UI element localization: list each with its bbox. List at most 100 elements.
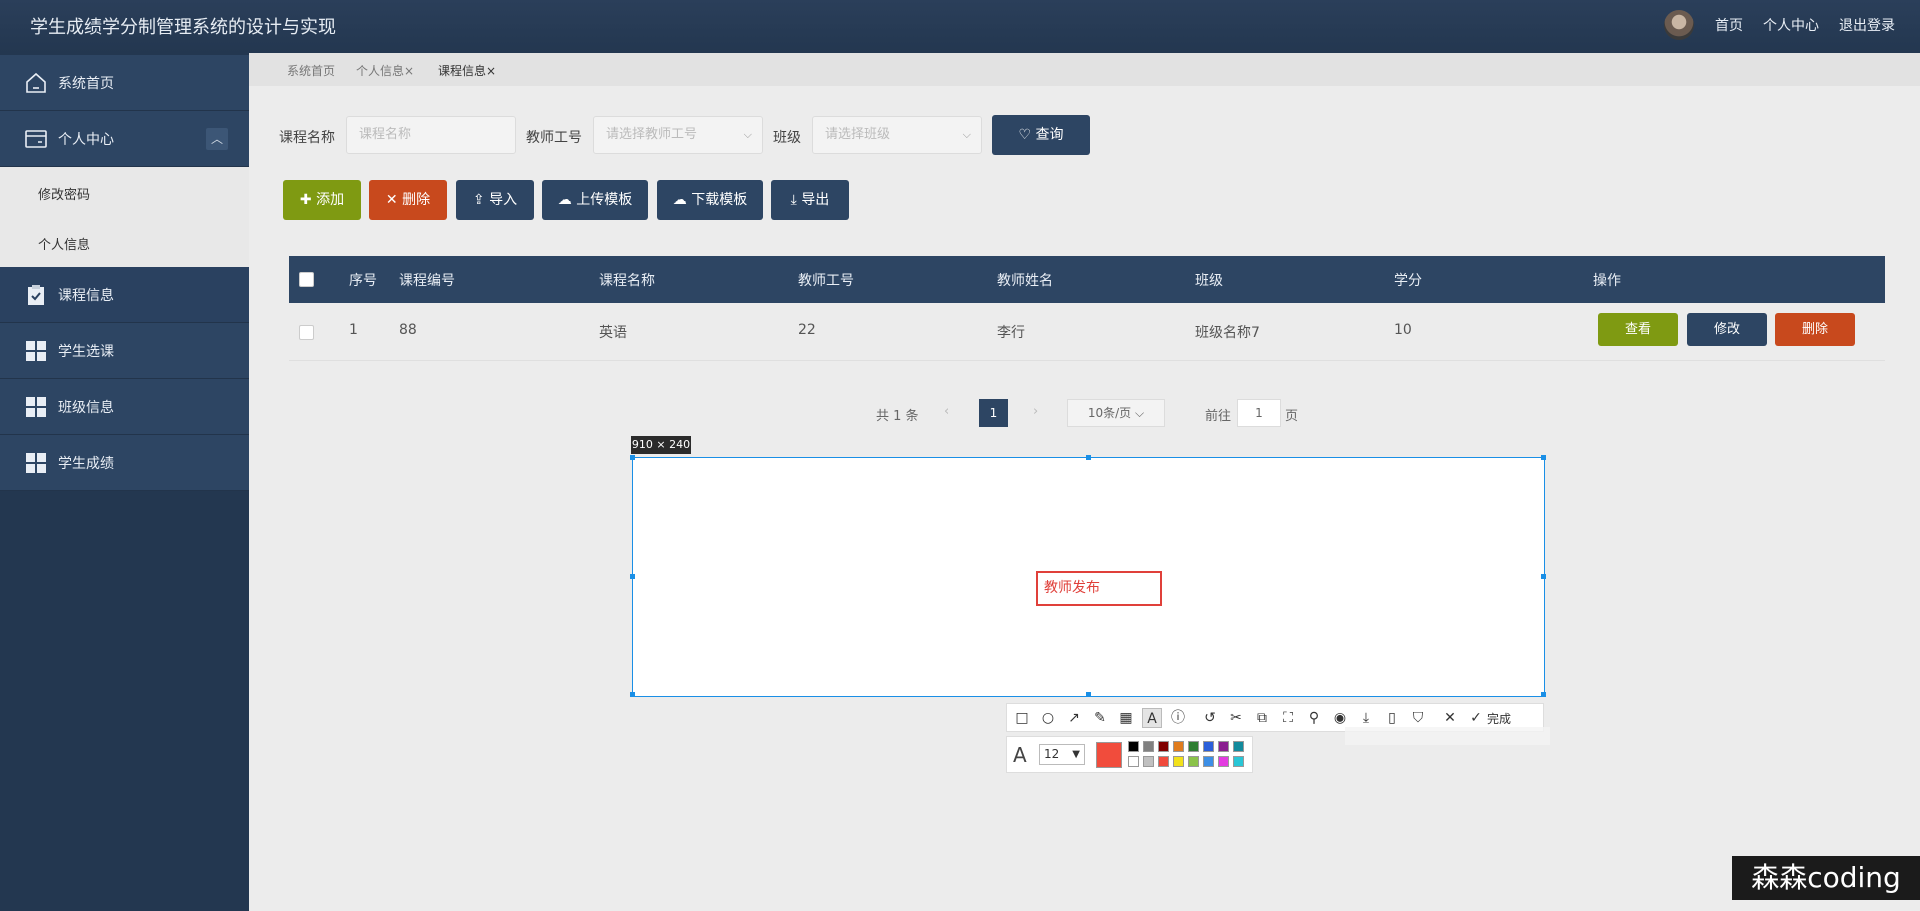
row-delete-button[interactable]: 删除 bbox=[1775, 313, 1855, 346]
chevron-up-icon[interactable]: ︿ bbox=[206, 128, 228, 150]
font-icon: A bbox=[1013, 743, 1027, 767]
check-icon[interactable]: ✓ bbox=[1466, 708, 1486, 728]
resize-handle[interactable] bbox=[1541, 574, 1546, 579]
download-template-button[interactable]: ☁ 下载模板 bbox=[657, 180, 763, 220]
course-name-input[interactable]: 课程名称 bbox=[346, 116, 516, 154]
rectangle-tool-icon[interactable]: □ bbox=[1012, 708, 1032, 728]
query-button[interactable]: ♡ 查询 bbox=[992, 115, 1090, 155]
scissors-icon[interactable]: ✂ bbox=[1226, 708, 1246, 728]
goto-page-input[interactable]: 1 bbox=[1237, 399, 1281, 427]
sidebar-item-personal-center[interactable]: 个人中心 ︿ bbox=[0, 111, 249, 167]
color-swatch[interactable] bbox=[1143, 756, 1154, 767]
avatar[interactable] bbox=[1664, 10, 1694, 40]
export-button[interactable]: ⤓ 导出 bbox=[771, 180, 849, 220]
resize-handle[interactable] bbox=[1541, 692, 1546, 697]
color-swatch[interactable] bbox=[1158, 756, 1169, 767]
heart-icon: ♡ bbox=[1018, 127, 1036, 143]
add-button[interactable]: ✚ 添加 bbox=[283, 180, 361, 220]
tab-course-info[interactable]: 课程信息× bbox=[438, 62, 496, 79]
tab-personal-info[interactable]: 个人信息× bbox=[356, 62, 414, 79]
ellipse-tool-icon[interactable]: ○ bbox=[1038, 708, 1058, 728]
color-swatch[interactable] bbox=[1128, 756, 1139, 767]
chevron-down-icon: ⌵ bbox=[743, 128, 752, 141]
sidebar-item-course-selection[interactable]: 学生选课 bbox=[0, 323, 249, 379]
color-swatch[interactable] bbox=[1218, 741, 1229, 752]
color-swatch[interactable] bbox=[1143, 741, 1154, 752]
upload-icon: ⇪ bbox=[472, 192, 490, 208]
next-page-icon[interactable]: › bbox=[1033, 404, 1038, 419]
annotation-text-box[interactable]: 教师发布 bbox=[1036, 571, 1162, 606]
save-icon[interactable]: ⤓ bbox=[1356, 708, 1376, 728]
resize-handle[interactable] bbox=[1086, 692, 1091, 697]
resize-handle[interactable] bbox=[630, 692, 635, 697]
column-header: 教师姓名 bbox=[997, 273, 1053, 289]
translate-icon[interactable]: ⧉ bbox=[1252, 708, 1272, 728]
sidebar-item-course-info[interactable]: 课程信息 bbox=[0, 267, 249, 323]
chevron-down-icon: ⌵ bbox=[962, 128, 971, 141]
close-icon[interactable]: × bbox=[404, 64, 414, 78]
import-button[interactable]: ⇪ 导入 bbox=[456, 180, 534, 220]
sidebar-item-label: 学生成绩 bbox=[58, 456, 114, 472]
text-tool-icon[interactable]: A bbox=[1142, 708, 1162, 728]
select-all-checkbox[interactable] bbox=[299, 272, 314, 287]
color-swatch[interactable] bbox=[1188, 741, 1199, 752]
resize-handle[interactable] bbox=[630, 574, 635, 579]
scan-icon[interactable]: ⛶ bbox=[1278, 708, 1298, 728]
font-size-select[interactable]: 12 ▼ bbox=[1039, 744, 1085, 765]
tab-home[interactable]: 系统首页 bbox=[287, 62, 335, 79]
prev-page-icon[interactable]: ‹ bbox=[944, 404, 949, 419]
column-header: 学分 bbox=[1394, 273, 1422, 289]
sidebar-item-class-info[interactable]: 班级信息 bbox=[0, 379, 249, 435]
resize-handle[interactable] bbox=[1086, 455, 1091, 460]
color-swatch[interactable] bbox=[1173, 741, 1184, 752]
pencil-tool-icon[interactable]: ✎ bbox=[1090, 708, 1110, 728]
page-size-select[interactable]: 10条/页 ⌵ bbox=[1067, 399, 1165, 427]
sidebar-subitem-personal-info[interactable]: 个人信息 bbox=[0, 217, 249, 267]
x-icon: ✕ bbox=[385, 192, 403, 208]
color-swatch[interactable] bbox=[1203, 756, 1214, 767]
goto-suffix: 页 bbox=[1285, 409, 1299, 424]
color-swatch[interactable] bbox=[1218, 756, 1229, 767]
grid-icon bbox=[26, 341, 46, 361]
arrow-tool-icon[interactable]: ↗ bbox=[1064, 708, 1084, 728]
pin-icon[interactable]: ⚲ bbox=[1304, 708, 1324, 728]
color-swatch[interactable] bbox=[1173, 756, 1184, 767]
close-icon[interactable]: ✕ bbox=[1440, 708, 1460, 728]
page-1-button[interactable]: 1 bbox=[979, 399, 1008, 427]
resize-handle[interactable] bbox=[1541, 455, 1546, 460]
teacher-no-select[interactable]: 请选择教师工号 ⌵ bbox=[593, 116, 763, 154]
color-swatch[interactable] bbox=[1128, 741, 1139, 752]
font-size-value: 12 bbox=[1044, 747, 1060, 761]
color-swatch[interactable] bbox=[1233, 756, 1244, 767]
row-checkbox[interactable] bbox=[299, 325, 314, 340]
upload-template-button[interactable]: ☁ 上传模板 bbox=[542, 180, 648, 220]
sidebar-item-label: 课程信息 bbox=[58, 288, 114, 304]
sidebar-item-student-grades[interactable]: 学生成绩 bbox=[0, 435, 249, 491]
edit-button[interactable]: 修改 bbox=[1687, 313, 1767, 346]
cell-teacher-name: 李行 bbox=[997, 325, 1025, 341]
sidebar-item-home[interactable]: 系统首页 bbox=[0, 55, 249, 111]
view-button[interactable]: 查看 bbox=[1598, 313, 1678, 346]
nav-logout-link[interactable]: 退出登录 bbox=[1839, 15, 1895, 35]
color-swatch[interactable] bbox=[1203, 741, 1214, 752]
sidebar-subitem-change-password[interactable]: 修改密码 bbox=[0, 167, 249, 217]
delete-button[interactable]: ✕ 删除 bbox=[369, 180, 447, 220]
close-icon[interactable]: × bbox=[486, 64, 496, 78]
bookmark-icon[interactable]: ⛉ bbox=[1408, 708, 1428, 728]
nav-home-link[interactable]: 首页 bbox=[1715, 15, 1743, 35]
class-select[interactable]: 请选择班级 ⌵ bbox=[812, 116, 982, 154]
color-swatch[interactable] bbox=[1188, 756, 1199, 767]
record-icon[interactable]: ◉ bbox=[1330, 708, 1350, 728]
number-marker-icon[interactable]: ⓘ bbox=[1168, 708, 1188, 728]
nav-personal-center-link[interactable]: 个人中心 bbox=[1763, 15, 1819, 35]
current-color-swatch[interactable] bbox=[1096, 742, 1122, 768]
color-swatch[interactable] bbox=[1158, 741, 1169, 752]
mosaic-tool-icon[interactable]: ▦ bbox=[1116, 708, 1136, 728]
resize-handle[interactable] bbox=[630, 455, 635, 460]
class-label: 班级 bbox=[773, 130, 801, 146]
color-swatch[interactable] bbox=[1233, 741, 1244, 752]
done-button[interactable]: 完成 bbox=[1487, 710, 1511, 727]
phone-icon[interactable]: ▯ bbox=[1382, 708, 1402, 728]
pagination-total: 共 1 条 bbox=[876, 409, 919, 424]
undo-icon[interactable]: ↺ bbox=[1200, 708, 1220, 728]
